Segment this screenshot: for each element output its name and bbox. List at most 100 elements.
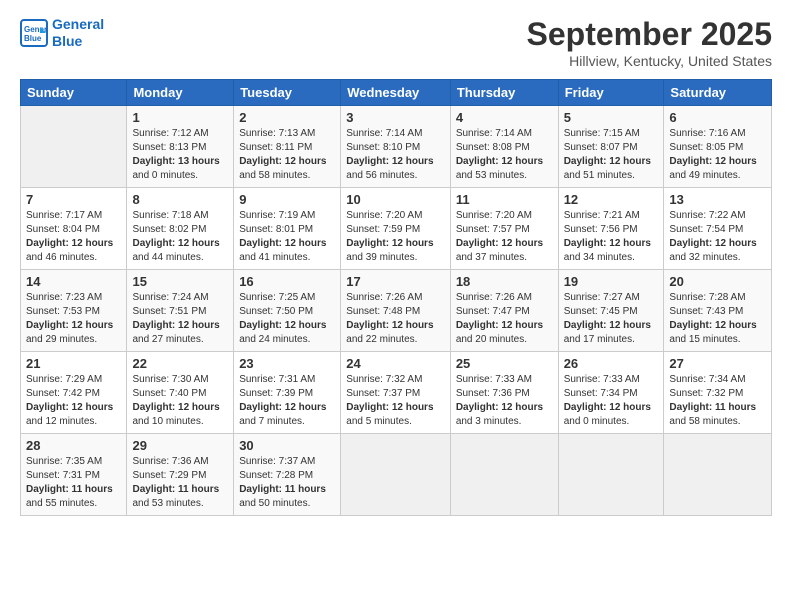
title-block: September 2025 Hillview, Kentucky, Unite… — [527, 16, 772, 69]
calendar-cell: 20 Sunrise: 7:28 AMSunset: 7:43 PMDayligh… — [664, 270, 772, 352]
calendar-cell: 10 Sunrise: 7:20 AMSunset: 7:59 PMDayligh… — [341, 188, 451, 270]
calendar-cell — [21, 106, 127, 188]
col-sunday: Sunday — [21, 80, 127, 106]
col-saturday: Saturday — [664, 80, 772, 106]
header: General Blue General Blue September 2025… — [20, 16, 772, 69]
logo-icon: General Blue — [20, 19, 48, 47]
day-info: Sunrise: 7:31 AMSunset: 7:39 PMDaylight:… — [239, 373, 335, 429]
calendar-week-2: 7 Sunrise: 7:17 AMSunset: 8:04 PMDaylight… — [21, 188, 772, 270]
col-monday: Monday — [127, 80, 234, 106]
col-wednesday: Wednesday — [341, 80, 451, 106]
calendar-cell: 21 Sunrise: 7:29 AMSunset: 7:42 PMDayligh… — [21, 352, 127, 434]
day-number: 30 — [239, 438, 335, 453]
day-number: 10 — [346, 192, 445, 207]
calendar-cell — [558, 434, 664, 516]
page: General Blue General Blue September 2025… — [0, 0, 792, 612]
day-info: Sunrise: 7:25 AMSunset: 7:50 PMDaylight:… — [239, 291, 335, 347]
calendar-cell: 22Sunrise: 7:30 AMSunset: 7:40 PMDayligh… — [127, 352, 234, 434]
day-info: Sunrise: 7:26 AMSunset: 7:48 PMDaylight:… — [346, 291, 445, 347]
day-number: 15 — [132, 274, 228, 289]
calendar-header-row: Sunday Monday Tuesday Wednesday Thursday… — [21, 80, 772, 106]
day-info: Sunrise: 7:19 AMSunset: 8:01 PMDaylight:… — [239, 209, 335, 265]
day-info: Sunrise: 7:36 AMSunset: 7:29 PMDaylight:… — [132, 455, 228, 511]
day-number: 28 — [26, 438, 121, 453]
calendar-cell: 8Sunrise: 7:18 AMSunset: 8:02 PMDaylight… — [127, 188, 234, 270]
day-info: Sunrise: 7:28 AMSunset: 7:43 PMDaylight:… — [669, 291, 766, 347]
day-info: Sunrise: 7:16 AMSunset: 8:05 PMDaylight:… — [669, 127, 766, 183]
day-info: Sunrise: 7:26 AMSunset: 7:47 PMDaylight:… — [456, 291, 553, 347]
day-info: Sunrise: 7:14 AMSunset: 8:10 PMDaylight:… — [346, 127, 445, 183]
col-friday: Friday — [558, 80, 664, 106]
calendar-week-1: 1 Sunrise: 7:12 AMSunset: 8:13 PMDaylight… — [21, 106, 772, 188]
month-title: September 2025 — [527, 16, 772, 53]
day-info: Sunrise: 7:22 AMSunset: 7:54 PMDaylight:… — [669, 209, 766, 265]
calendar-cell — [450, 434, 558, 516]
calendar-cell: 16Sunrise: 7:25 AMSunset: 7:50 PMDayligh… — [234, 270, 341, 352]
day-info: Sunrise: 7:27 AMSunset: 7:45 PMDaylight:… — [564, 291, 659, 347]
day-info: Sunrise: 7:12 AMSunset: 8:13 PMDaylight:… — [132, 127, 228, 183]
day-info: Sunrise: 7:20 AMSunset: 7:59 PMDaylight:… — [346, 209, 445, 265]
day-info: Sunrise: 7:23 AMSunset: 7:53 PMDaylight:… — [26, 291, 121, 347]
calendar-cell: 23Sunrise: 7:31 AMSunset: 7:39 PMDayligh… — [234, 352, 341, 434]
day-info: Sunrise: 7:30 AMSunset: 7:40 PMDaylight:… — [132, 373, 228, 429]
calendar-cell: 5 Sunrise: 7:15 AMSunset: 8:07 PMDaylight… — [558, 106, 664, 188]
day-info: Sunrise: 7:32 AMSunset: 7:37 PMDaylight:… — [346, 373, 445, 429]
day-info: Sunrise: 7:21 AMSunset: 7:56 PMDaylight:… — [564, 209, 659, 265]
calendar-cell: 17 Sunrise: 7:26 AMSunset: 7:48 PMDayligh… — [341, 270, 451, 352]
day-number: 19 — [564, 274, 659, 289]
calendar-cell: 12Sunrise: 7:21 AMSunset: 7:56 PMDayligh… — [558, 188, 664, 270]
logo-text: General Blue — [52, 16, 104, 50]
calendar-cell: 30 Sunrise: 7:37 AMSunset: 7:28 PMDayligh… — [234, 434, 341, 516]
day-number: 17 — [346, 274, 445, 289]
calendar-cell: 15 Sunrise: 7:24 AMSunset: 7:51 PMDayligh… — [127, 270, 234, 352]
calendar-cell: 24 Sunrise: 7:32 AMSunset: 7:37 PMDayligh… — [341, 352, 451, 434]
day-info: Sunrise: 7:24 AMSunset: 7:51 PMDaylight:… — [132, 291, 228, 347]
calendar-week-3: 14Sunrise: 7:23 AMSunset: 7:53 PMDayligh… — [21, 270, 772, 352]
calendar-cell: 19 Sunrise: 7:27 AMSunset: 7:45 PMDayligh… — [558, 270, 664, 352]
day-number: 20 — [669, 274, 766, 289]
day-number: 25 — [456, 356, 553, 371]
location: Hillview, Kentucky, United States — [527, 53, 772, 69]
day-number: 13 — [669, 192, 766, 207]
calendar-cell: 25 Sunrise: 7:33 AMSunset: 7:36 PMDayligh… — [450, 352, 558, 434]
day-number: 9 — [239, 192, 335, 207]
calendar-cell: 28Sunrise: 7:35 AMSunset: 7:31 PMDayligh… — [21, 434, 127, 516]
day-info: Sunrise: 7:37 AMSunset: 7:28 PMDaylight:… — [239, 455, 335, 511]
day-info: Sunrise: 7:13 AMSunset: 8:11 PMDaylight:… — [239, 127, 335, 183]
calendar-cell: 27Sunrise: 7:34 AMSunset: 7:32 PMDayligh… — [664, 352, 772, 434]
day-number: 21 — [26, 356, 121, 371]
day-number: 1 — [132, 110, 228, 125]
calendar-cell: 3 Sunrise: 7:14 AMSunset: 8:10 PMDaylight… — [341, 106, 451, 188]
calendar-cell: 26 Sunrise: 7:33 AMSunset: 7:34 PMDayligh… — [558, 352, 664, 434]
calendar-cell: 13 Sunrise: 7:22 AMSunset: 7:54 PMDayligh… — [664, 188, 772, 270]
calendar-cell: 29Sunrise: 7:36 AMSunset: 7:29 PMDayligh… — [127, 434, 234, 516]
calendar-cell: 14Sunrise: 7:23 AMSunset: 7:53 PMDayligh… — [21, 270, 127, 352]
day-info: Sunrise: 7:14 AMSunset: 8:08 PMDaylight:… — [456, 127, 553, 183]
calendar-cell: 9 Sunrise: 7:19 AMSunset: 8:01 PMDaylight… — [234, 188, 341, 270]
calendar-cell: 18Sunrise: 7:26 AMSunset: 7:47 PMDayligh… — [450, 270, 558, 352]
day-info: Sunrise: 7:20 AMSunset: 7:57 PMDaylight:… — [456, 209, 553, 265]
calendar-cell — [341, 434, 451, 516]
day-number: 6 — [669, 110, 766, 125]
day-number: 7 — [26, 192, 121, 207]
day-info: Sunrise: 7:29 AMSunset: 7:42 PMDaylight:… — [26, 373, 121, 429]
calendar-cell: 6 Sunrise: 7:16 AMSunset: 8:05 PMDaylight… — [664, 106, 772, 188]
day-number: 3 — [346, 110, 445, 125]
day-number: 24 — [346, 356, 445, 371]
day-info: Sunrise: 7:15 AMSunset: 8:07 PMDaylight:… — [564, 127, 659, 183]
day-number: 4 — [456, 110, 553, 125]
day-number: 8 — [132, 192, 228, 207]
calendar-week-5: 28Sunrise: 7:35 AMSunset: 7:31 PMDayligh… — [21, 434, 772, 516]
calendar-cell: 4 Sunrise: 7:14 AMSunset: 8:08 PMDaylight… — [450, 106, 558, 188]
calendar-cell: 11 Sunrise: 7:20 AMSunset: 7:57 PMDayligh… — [450, 188, 558, 270]
day-info: Sunrise: 7:33 AMSunset: 7:34 PMDaylight:… — [564, 373, 659, 429]
day-info: Sunrise: 7:17 AMSunset: 8:04 PMDaylight:… — [26, 209, 121, 265]
day-number: 5 — [564, 110, 659, 125]
calendar-cell: 2Sunrise: 7:13 AMSunset: 8:11 PMDaylight… — [234, 106, 341, 188]
day-number: 11 — [456, 192, 553, 207]
day-info: Sunrise: 7:34 AMSunset: 7:32 PMDaylight:… — [669, 373, 766, 429]
day-info: Sunrise: 7:33 AMSunset: 7:36 PMDaylight:… — [456, 373, 553, 429]
calendar-week-4: 21 Sunrise: 7:29 AMSunset: 7:42 PMDayligh… — [21, 352, 772, 434]
col-thursday: Thursday — [450, 80, 558, 106]
day-number: 26 — [564, 356, 659, 371]
